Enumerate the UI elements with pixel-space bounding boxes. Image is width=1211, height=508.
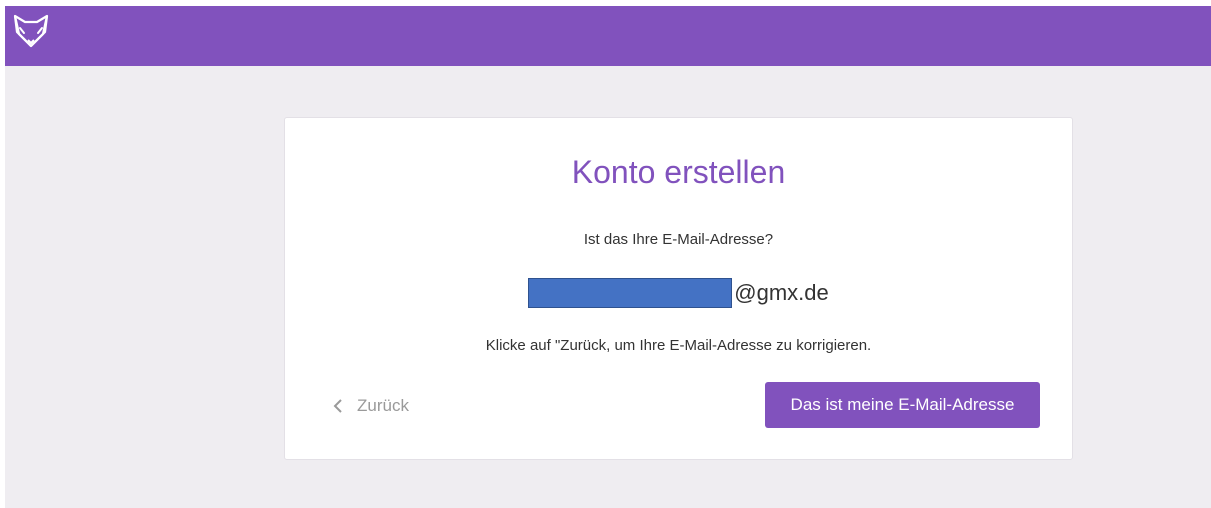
email-domain: @gmx.de	[734, 280, 829, 305]
email-display: @gmx.de	[285, 278, 1072, 308]
correction-hint: Klicke auf "Zurück, um Ihre E-Mail-Adres…	[485, 337, 872, 354]
page-title: Konto erstellen	[571, 154, 786, 190]
confirm-email-button[interactable]: Das ist meine E-Mail-Adresse	[765, 382, 1040, 428]
fox-icon[interactable]	[12, 13, 50, 49]
page-frame: Konto erstellen Ist das Ihre E-Mail-Adre…	[5, 6, 1211, 508]
email-question: Ist das Ihre E-Mail-Adresse?	[583, 231, 774, 248]
signup-card: Konto erstellen Ist das Ihre E-Mail-Adre…	[284, 117, 1073, 460]
email-redaction	[528, 278, 733, 308]
back-label: Zurück	[357, 396, 409, 415]
top-bar	[5, 6, 1211, 66]
back-link[interactable]: Zurück	[333, 395, 409, 417]
chevron-left-icon	[333, 399, 342, 413]
